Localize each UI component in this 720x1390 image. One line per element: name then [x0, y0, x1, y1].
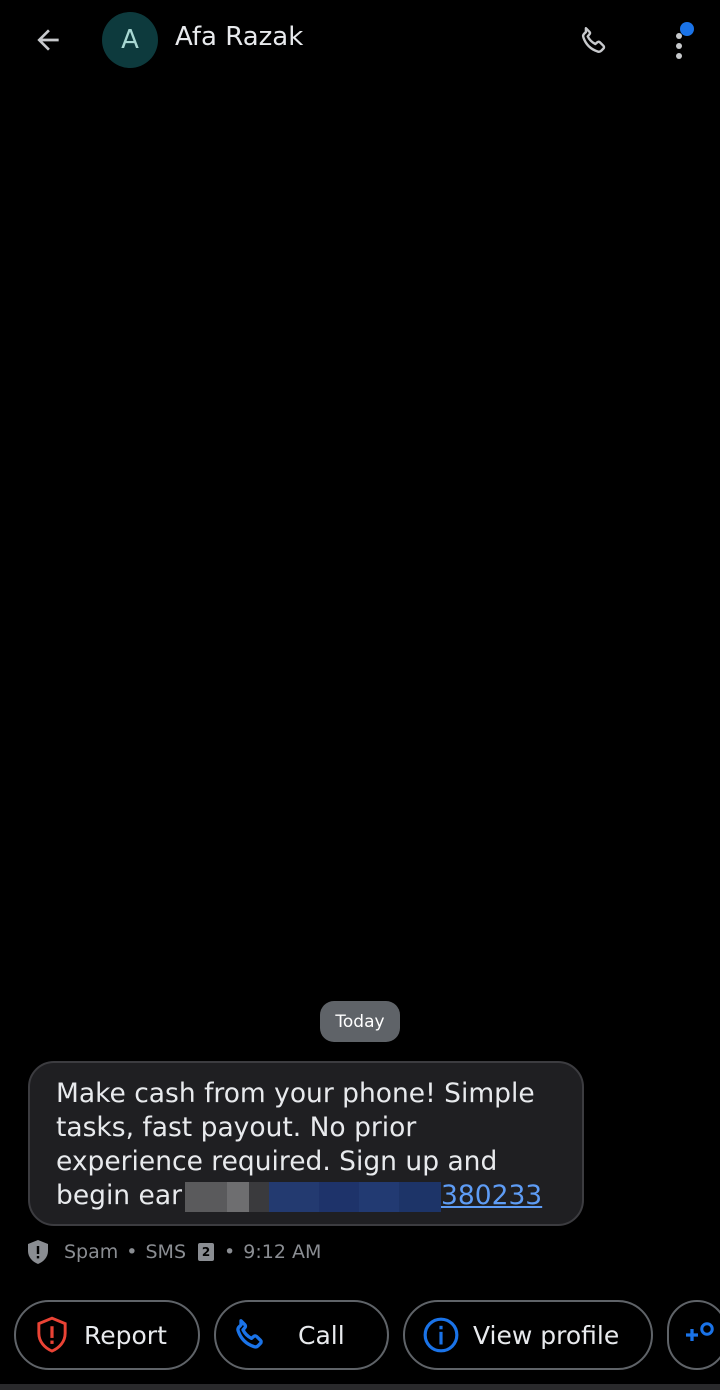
contact-name[interactable]: Afa Razak	[175, 22, 303, 52]
avatar[interactable]: A	[102, 12, 158, 68]
add-contact-button[interactable]	[667, 1300, 720, 1370]
phone-icon	[581, 27, 606, 53]
sms-label: SMS	[145, 1241, 187, 1263]
message-time: 9:12 AM	[243, 1241, 322, 1263]
report-button[interactable]: Report	[14, 1300, 200, 1370]
sim-icon: 2	[198, 1243, 215, 1261]
add-contact-icon	[681, 1315, 720, 1355]
notification-badge	[680, 22, 694, 36]
message-link[interactable]: 380233	[441, 1179, 542, 1213]
call-button[interactable]	[572, 20, 616, 62]
call-chip-button[interactable]: Call	[214, 1300, 389, 1370]
top-app-bar: A Afa Razak	[0, 0, 720, 80]
spam-label: Spam	[64, 1241, 119, 1263]
message-meta: Spam • SMS 2 • 9:12 AM	[26, 1238, 321, 1266]
call-label: Call	[298, 1320, 345, 1350]
meta-separator: •	[224, 1241, 236, 1263]
phone-icon	[230, 1315, 270, 1355]
nav-bar-edge	[0, 1384, 720, 1390]
more-vert-dot	[676, 53, 682, 59]
shield-icon	[28, 1240, 48, 1264]
shield-alert-icon	[32, 1315, 72, 1355]
info-icon	[421, 1315, 461, 1355]
report-label: Report	[84, 1320, 167, 1350]
view-profile-label: View profile	[473, 1320, 620, 1350]
back-button[interactable]	[26, 20, 70, 60]
view-profile-button[interactable]: View profile	[403, 1300, 653, 1370]
meta-separator: •	[126, 1241, 138, 1263]
arrow-back-icon	[37, 29, 59, 51]
date-divider-chip: Today	[320, 1001, 400, 1042]
more-options-button[interactable]	[664, 16, 704, 62]
more-vert-dot	[676, 43, 682, 49]
